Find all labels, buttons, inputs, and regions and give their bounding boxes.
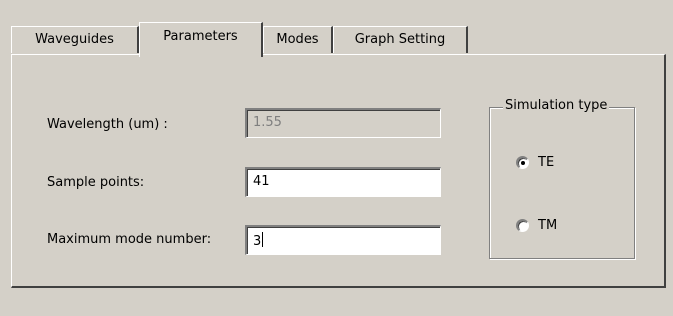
- radio-te-indicator: [516, 156, 529, 169]
- wavelength-value: 1.55: [253, 115, 282, 130]
- simulation-type-group: Simulation type TE TM: [489, 98, 635, 259]
- max-mode-field[interactable]: 3: [245, 225, 441, 255]
- radio-tm-label: TM: [538, 218, 558, 233]
- max-mode-label: Maximum mode number:: [47, 232, 212, 247]
- max-mode-value: 3: [253, 234, 262, 249]
- text-caret: [262, 232, 264, 247]
- sample-points-value: 41: [253, 174, 270, 189]
- tab-waveguides-label: Waveguides: [35, 32, 114, 47]
- radio-tm-indicator: [516, 219, 529, 232]
- parameters-panel: Wavelength (um) : 1.55 Sample points: 41…: [11, 54, 666, 288]
- tab-strip: Waveguides Parameters Modes Graph Settin…: [11, 22, 661, 57]
- tab-parameters[interactable]: Parameters: [139, 22, 263, 57]
- sample-points-label: Sample points:: [47, 175, 145, 190]
- parameters-window: Waveguides Parameters Modes Graph Settin…: [0, 0, 673, 316]
- radio-te-label: TE: [538, 155, 555, 170]
- tab-modes-label: Modes: [276, 32, 319, 47]
- tab-waveguides[interactable]: Waveguides: [11, 26, 139, 53]
- wavelength-field: 1.55: [245, 108, 441, 138]
- simulation-type-title: Simulation type: [503, 98, 610, 113]
- tab-graph-setting-label: Graph Setting: [354, 32, 446, 47]
- radio-selected-dot: [521, 161, 525, 165]
- tab-parameters-label: Parameters: [163, 29, 238, 44]
- tab-modes[interactable]: Modes: [263, 26, 333, 53]
- tab-graph-setting[interactable]: Graph Setting: [333, 26, 468, 53]
- wavelength-label: Wavelength (um) :: [47, 117, 168, 132]
- sample-points-field[interactable]: 41: [245, 167, 441, 197]
